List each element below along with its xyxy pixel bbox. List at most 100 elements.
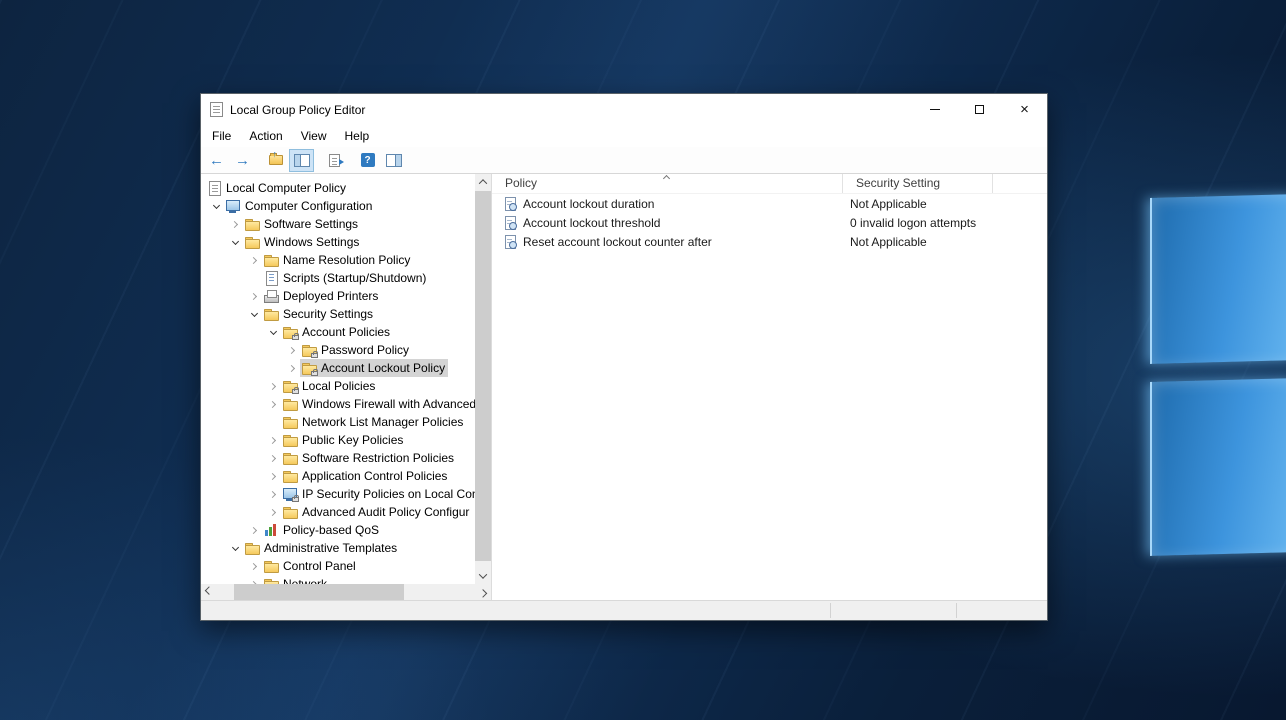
computer-config-icon [225,198,241,214]
back-icon: ← [209,153,224,168]
tree-item[interactable]: Control Panel [201,557,475,575]
policy-setting: Not Applicable [843,197,993,211]
menu-action[interactable]: Action [240,126,291,146]
tree-item[interactable]: IP Security Policies on Local Con [201,485,475,503]
column-header-security-setting[interactable]: Security Setting [843,174,993,193]
chevron-right-icon[interactable] [247,521,262,539]
tree-item[interactable]: Computer Configuration [201,197,475,215]
tree-item[interactable]: Public Key Policies [201,431,475,449]
column-header-label: Security Setting [856,176,940,190]
chevron-right-icon[interactable] [266,395,281,413]
tree-item[interactable]: Account Policies [201,323,475,341]
folder-icon [263,306,279,322]
menu-view[interactable]: View [292,126,336,146]
chevron-right-icon[interactable] [247,287,262,305]
tree-item[interactable]: Name Resolution Policy [201,251,475,269]
chevron-right-icon[interactable] [247,557,262,575]
minimize-button[interactable] [912,95,957,125]
chevron-down-icon[interactable] [228,539,243,557]
folder-icon [282,396,298,412]
scroll-left-icon [205,586,213,594]
menu-help[interactable]: Help [336,126,379,146]
tree-item[interactable]: Software Restriction Policies [201,449,475,467]
tree-item[interactable]: Software Settings [201,215,475,233]
chevron-right-icon[interactable] [285,341,300,359]
chevron-down-icon[interactable] [209,197,224,215]
desktop: Local Group Policy Editor × FileActionVi… [0,0,1286,720]
tree-item[interactable]: Windows Firewall with Advanced [201,395,475,413]
tree-item[interactable]: Deployed Printers [201,287,475,305]
tree-item[interactable]: Security Settings [201,305,475,323]
folder-icon [263,576,279,584]
list-row[interactable]: Account lockout threshold0 invalid logon… [492,213,1047,232]
show-console-tree-button[interactable] [289,149,314,172]
show-action-pane-button[interactable] [381,149,406,172]
chevron-right-icon[interactable] [266,449,281,467]
list-row[interactable]: Account lockout durationNot Applicable [492,194,1047,213]
tree-item-label: IP Security Policies on Local Con [302,487,475,501]
chevron-right-icon[interactable] [285,359,300,377]
scroll-up-button[interactable] [475,174,491,190]
chevron-right-icon[interactable] [266,485,281,503]
maximize-button[interactable] [957,95,1002,125]
back-button[interactable]: ← [204,149,229,172]
sort-ascending-icon [663,175,670,182]
chevron-down-icon[interactable] [266,323,281,341]
chevron-placeholder [266,413,281,431]
tree-item[interactable]: Advanced Audit Policy Configur [201,503,475,521]
folder-lock-icon [301,360,317,376]
chevron-right-icon[interactable] [247,251,262,269]
up-one-level-button[interactable]: ↑ [263,149,288,172]
chevron-down-icon[interactable] [247,305,262,323]
windows-logo-pane-top [1150,194,1286,364]
chevron-right-icon[interactable] [266,431,281,449]
minimize-icon [930,109,940,110]
horizontal-scroll-track[interactable] [217,584,475,600]
column-header-policy[interactable]: Policy [492,174,843,193]
tree-item[interactable]: Network List Manager Policies [201,413,475,431]
tree-item[interactable]: Scripts (Startup/Shutdown) [201,269,475,287]
tree-item[interactable]: Policy-based QoS [201,521,475,539]
tree-item[interactable]: Local Policies [201,377,475,395]
forward-icon: → [235,153,250,168]
tree-item-label: Software Restriction Policies [302,451,454,465]
export-list-button[interactable] [322,149,347,172]
list-row[interactable]: Reset account lockout counter afterNot A… [492,232,1047,251]
help-button[interactable]: ? [355,149,380,172]
chevron-right-icon[interactable] [247,575,262,584]
title-bar[interactable]: Local Group Policy Editor × [201,94,1047,125]
tree-item[interactable]: Windows Settings [201,233,475,251]
scroll-left-button[interactable] [201,584,217,600]
tree-item[interactable]: Password Policy [201,341,475,359]
chevron-right-icon[interactable] [266,503,281,521]
policy-setting: Not Applicable [843,235,993,249]
tree-item-label: Password Policy [321,343,409,357]
tree-item[interactable]: Network [201,575,475,584]
scroll-right-button[interactable] [475,584,491,600]
menu-bar: FileActionViewHelp [201,125,1047,147]
toolbar: ← → ↑ ? [201,147,1047,174]
horizontal-scroll-thumb[interactable] [234,584,404,600]
menu-file[interactable]: File [203,126,240,146]
tree-item[interactable]: Administrative Templates [201,539,475,557]
console-content: Local Computer PolicyComputer Configurat… [201,174,1047,600]
vertical-scroll-thumb[interactable] [475,191,491,561]
tree-item-label: Local Policies [302,379,375,393]
chevron-right-icon[interactable] [266,377,281,395]
tree-item[interactable]: Application Control Policies [201,467,475,485]
tree-item[interactable]: Local Computer Policy [201,179,475,197]
chevron-right-icon[interactable] [228,215,243,233]
up-one-level-icon: ↑ [269,155,283,165]
tree-item[interactable]: Account Lockout Policy [201,359,475,377]
tree-vertical-scrollbar[interactable] [475,174,491,584]
scroll-down-button[interactable] [475,568,491,584]
gpedit-window: Local Group Policy Editor × FileActionVi… [200,93,1048,621]
chevron-down-icon[interactable] [228,233,243,251]
close-button[interactable]: × [1002,95,1047,125]
folder-icon [244,216,260,232]
forward-button[interactable]: → [230,149,255,172]
folder-icon [244,234,260,250]
chevron-right-icon[interactable] [266,467,281,485]
tree-horizontal-scrollbar[interactable] [201,584,491,600]
tree-item-label: Advanced Audit Policy Configur [302,505,469,519]
